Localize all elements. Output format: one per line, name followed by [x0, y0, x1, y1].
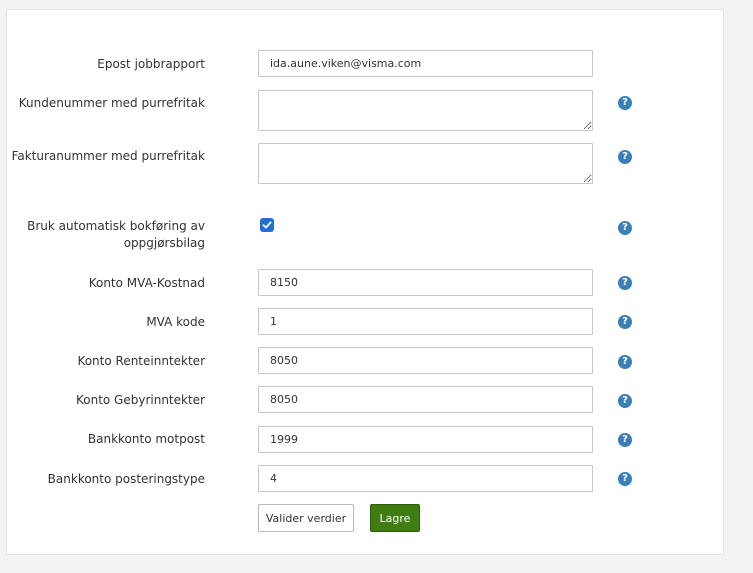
vat-code-label: MVA kode [146, 315, 205, 329]
settings-panel: Epost jobbrapport Kundenummer med purref… [6, 9, 724, 555]
checkmark-icon [262, 221, 272, 229]
vat-cost-account-label: Konto MVA-Kostnad [88, 276, 205, 290]
help-icon[interactable]: ? [618, 150, 632, 164]
auto-posting-checkbox[interactable] [260, 218, 274, 232]
invoice-number-exempt-label: Fakturanummer med purrefritak [11, 149, 205, 163]
help-icon[interactable]: ? [618, 433, 632, 447]
help-icon[interactable]: ? [618, 96, 632, 110]
fee-income-account-label: Konto Gebyrinntekter [75, 393, 205, 407]
auto-posting-label-line1: Bruk automatisk bokføring av [27, 219, 205, 233]
interest-income-account-label: Konto Renteinntekter [77, 354, 205, 368]
help-icon[interactable]: ? [618, 315, 632, 329]
email-report-label: Epost jobbrapport [97, 57, 205, 71]
customer-number-exempt-label: Kundenummer med purrefritak [18, 96, 205, 110]
interest-income-account-input[interactable] [258, 347, 593, 374]
help-icon[interactable]: ? [618, 472, 632, 486]
customer-number-exempt-textarea[interactable] [258, 90, 593, 131]
help-icon[interactable]: ? [618, 276, 632, 290]
bank-posting-type-input[interactable] [258, 465, 593, 492]
save-button[interactable]: Lagre [370, 504, 420, 532]
vat-cost-account-input[interactable] [258, 269, 593, 296]
auto-posting-label-line2: oppgjørsbilag [123, 236, 205, 250]
help-icon[interactable]: ? [618, 394, 632, 408]
help-icon[interactable]: ? [618, 355, 632, 369]
help-icon[interactable]: ? [618, 221, 632, 235]
bank-contra-account-label: Bankkonto motpost [87, 432, 205, 446]
fee-income-account-input[interactable] [258, 386, 593, 413]
bank-contra-account-input[interactable] [258, 426, 593, 453]
invoice-number-exempt-textarea[interactable] [258, 143, 593, 184]
auto-posting-label: Bruk automatisk bokføring av oppgjørsbil… [27, 218, 205, 252]
bank-posting-type-label: Bankkonto posteringstype [47, 472, 205, 486]
validate-values-button[interactable]: Valider verdier [258, 504, 354, 532]
email-report-input[interactable] [258, 50, 593, 77]
vat-code-input[interactable] [258, 308, 593, 335]
